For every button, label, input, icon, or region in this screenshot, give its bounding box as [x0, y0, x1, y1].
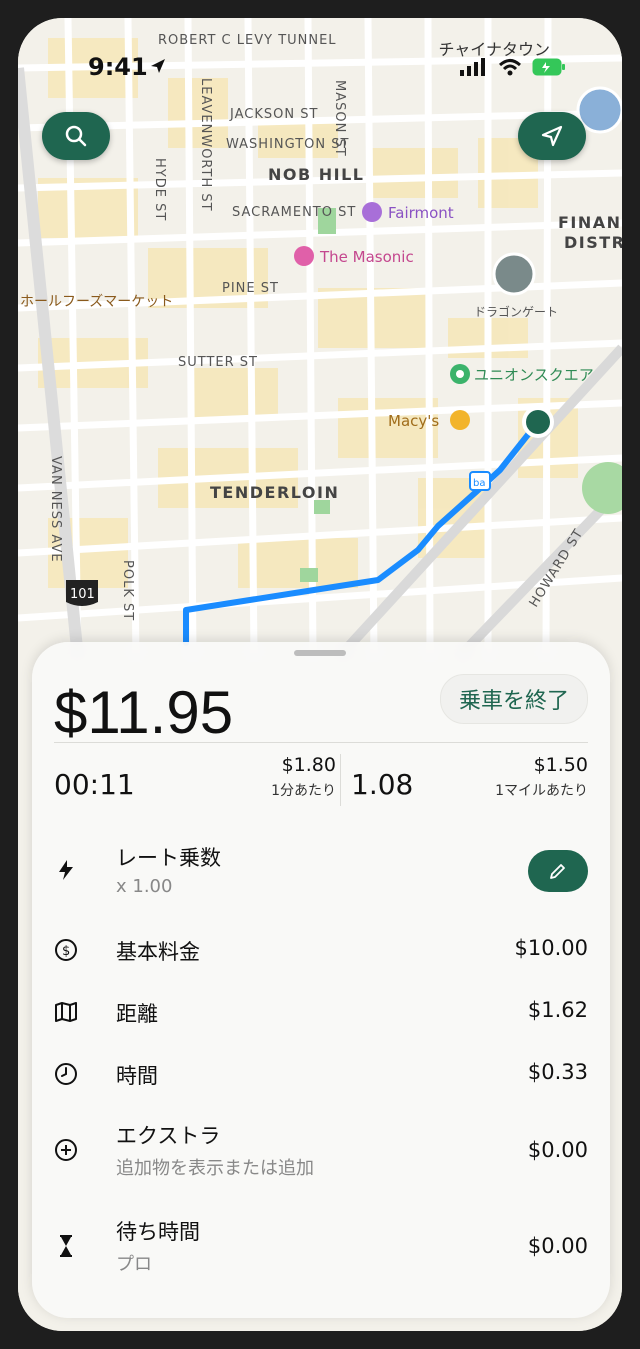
map-label-sutter: SUTTER ST [178, 355, 258, 370]
distance-value: 1.08 [351, 768, 414, 801]
fare-total: $11.95 [54, 679, 234, 746]
elapsed-time: 00:11 [54, 768, 135, 801]
waiting-time-label: 待ち時間 [116, 1220, 200, 1244]
per-mile-label: 1マイルあたり [495, 783, 588, 799]
map-label-jackson: JACKSON ST [229, 107, 318, 122]
time-label: 時間 [116, 1064, 158, 1088]
waiting-time-sub: プロ [116, 1254, 152, 1275]
map-label-washington: WASHINGTON ST [226, 137, 349, 152]
distance-amount: $1.62 [527, 998, 588, 1022]
per-mile-rate: $1.50 1マイルあたり [495, 754, 588, 800]
svg-text:ドラゴンゲート: ドラゴンゲート [474, 304, 558, 319]
navigation-arrow-icon [541, 125, 563, 147]
svg-text:$: $ [62, 944, 70, 959]
status-carrier-label: チャイナタウン [438, 40, 550, 59]
map-icon [55, 1002, 77, 1022]
base-fare-amount: $10.00 [514, 936, 588, 960]
base-fare-label: 基本料金 [116, 940, 200, 964]
waiting-time-row[interactable]: 待ち時間 プロ $0.00 [54, 1214, 588, 1284]
plus-circle-icon [55, 1139, 77, 1161]
pencil-icon [550, 864, 565, 879]
svg-text:ba: ba [473, 478, 485, 489]
extras-amount: $0.00 [527, 1138, 588, 1162]
map-label-nob-hill: NOB HILL [268, 165, 365, 184]
svg-text:ユニオンスクエア: ユニオンスクエア [474, 366, 594, 384]
extras-row[interactable]: エクストラ 追加物を表示または追加 $0.00 [54, 1118, 588, 1188]
map-label-polk: POLK ST [120, 560, 135, 621]
status-bar: チャイナタウン 9:41 [18, 18, 622, 108]
multiplier-label: レート乗数 [116, 846, 221, 870]
highway-101-shield: 101 [66, 580, 98, 606]
per-minute-rate: $1.80 1分あたり [236, 754, 336, 800]
per-minute-label: 1分あたり [271, 783, 336, 799]
search-icon [65, 125, 87, 147]
poi-macys[interactable]: Macy's [388, 410, 470, 430]
poi-whole-foods[interactable]: ホールフーズマーケット [20, 294, 173, 310]
map-label-van-ness: VAN NESS AVE [48, 456, 63, 563]
clock-icon [55, 1063, 77, 1085]
per-minute-value: $1.80 [281, 754, 336, 776]
svg-text:101: 101 [70, 587, 95, 602]
fare-sheet: $11.95 乗車を終了 00:11 $1.80 1分あたり 1.08 $1.5… [32, 642, 610, 1318]
distance-row: 距離 $1.62 [54, 996, 588, 1030]
stats-divider [340, 754, 341, 806]
extras-sub: 追加物を表示または追加 [116, 1158, 314, 1179]
phone-screen: ROBERT C LEVY TUNNEL JACKSON ST WASHINGT… [18, 18, 622, 1331]
time-row: 時間 $0.33 [54, 1058, 588, 1092]
map-label-financial: FINANCE [558, 213, 622, 232]
end-ride-button[interactable]: 乗車を終了 [439, 674, 588, 724]
svg-text:Fairmont: Fairmont [388, 204, 454, 222]
edit-multiplier-button[interactable] [528, 850, 588, 892]
lightning-icon [59, 860, 73, 880]
wifi-icon [498, 59, 522, 76]
svg-text:Macy's: Macy's [388, 412, 439, 430]
extras-label: エクストラ [116, 1124, 221, 1148]
hourglass-icon [60, 1235, 72, 1257]
base-fare-row: $ 基本料金 $10.00 [54, 934, 588, 968]
map-label-pine: PINE ST [222, 281, 279, 296]
bart-station-icon[interactable]: ba [469, 471, 491, 491]
status-time: 9:41 [88, 53, 148, 81]
location-arrow-icon [151, 59, 165, 73]
battery-icon [532, 58, 565, 76]
map-label-sacramento: SACRAMENTO ST [232, 205, 356, 220]
time-amount: $0.33 [527, 1060, 588, 1084]
poi-fairmont[interactable]: Fairmont [362, 202, 454, 222]
status-indicators [460, 58, 566, 76]
map-label-district: DISTRIC [564, 233, 622, 252]
map-label-hyde: HYDE ST [152, 158, 167, 221]
search-button[interactable] [42, 112, 110, 160]
svg-text:The Masonic: The Masonic [319, 248, 414, 266]
dollar-circle-icon: $ [55, 939, 77, 961]
multiplier-row: レート乗数 x 1.00 [54, 838, 588, 908]
distance-label: 距離 [116, 1002, 158, 1026]
map-label-tenderloin: TENDERLOIN [210, 483, 339, 502]
waiting-time-amount: $0.00 [527, 1234, 588, 1258]
trip-stats: 00:11 $1.80 1分あたり 1.08 $1.50 1マイルあたり [54, 754, 588, 814]
per-mile-value: $1.50 [533, 754, 588, 776]
navigation-button[interactable] [518, 112, 586, 160]
divider [54, 742, 588, 743]
sheet-drag-handle[interactable] [294, 650, 346, 656]
multiplier-value: x 1.00 [116, 876, 173, 897]
signal-icon [460, 58, 485, 76]
